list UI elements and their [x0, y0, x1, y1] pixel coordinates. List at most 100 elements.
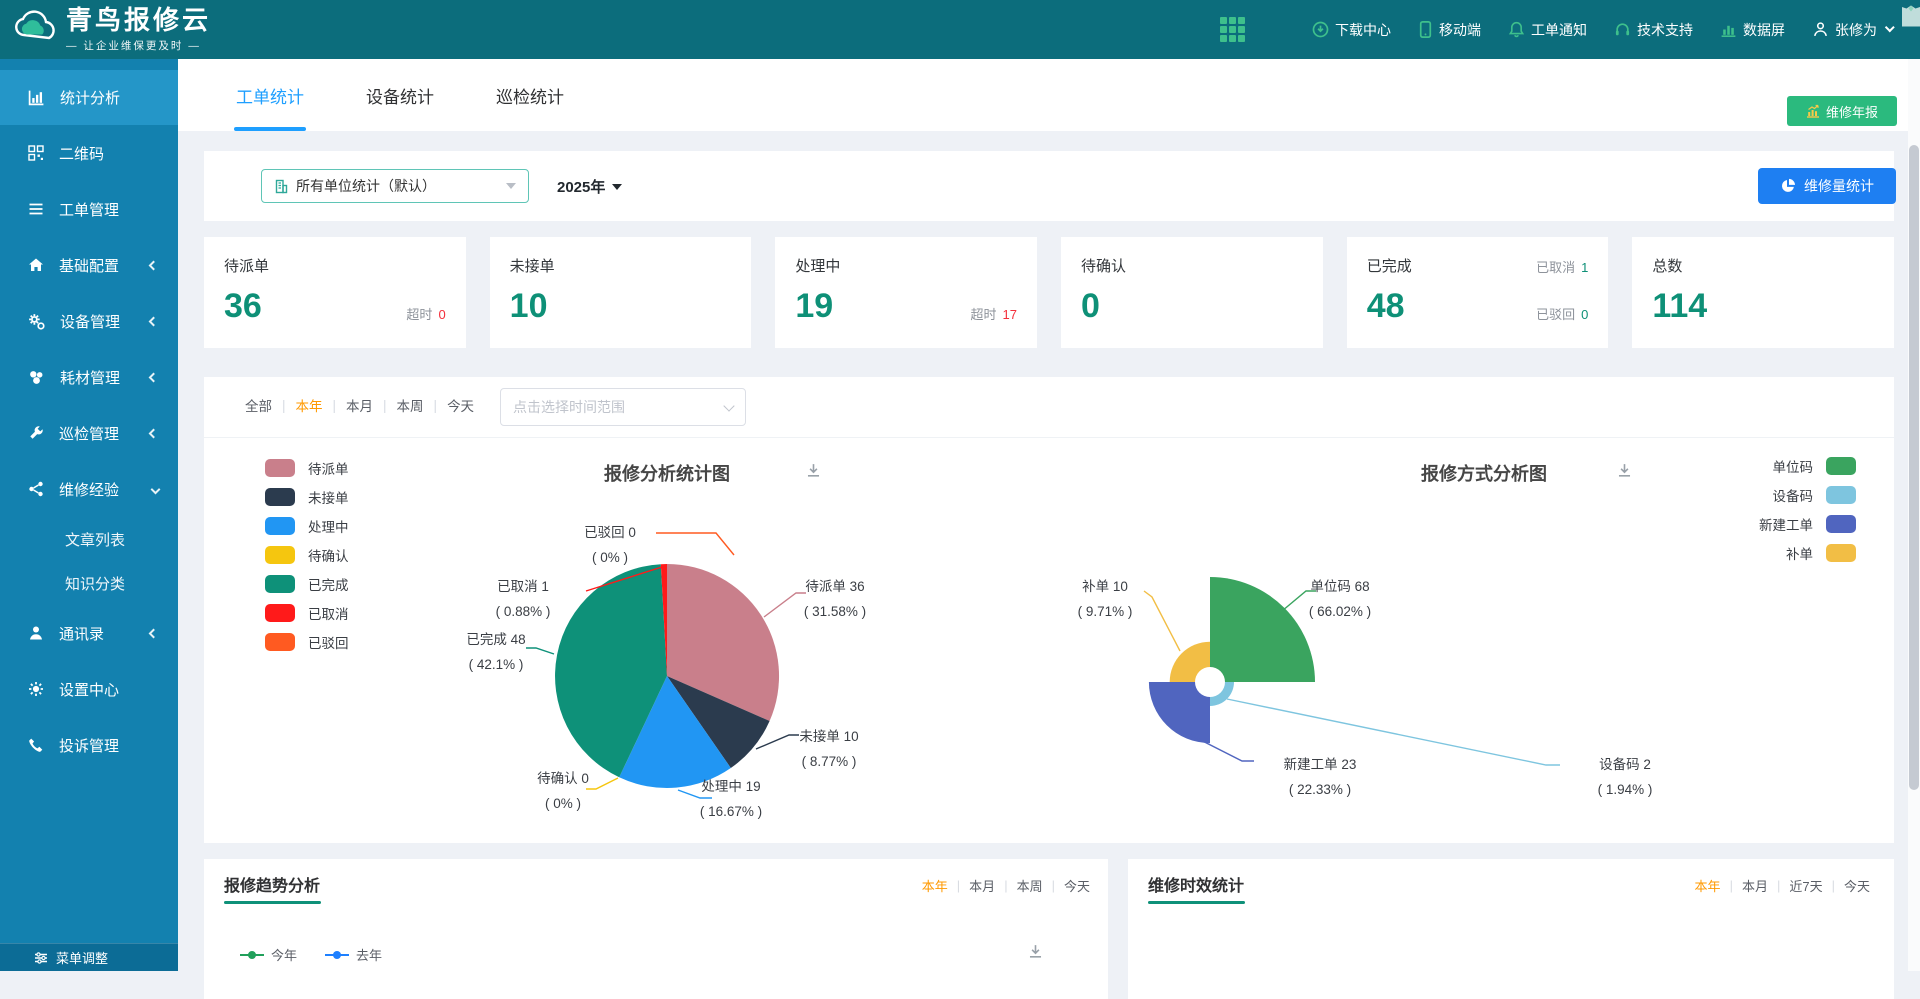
time-filter-this-week[interactable]: 本周: [397, 395, 424, 415]
scrollbar-thumb[interactable]: [1909, 145, 1919, 790]
timeliness-tab-this-month[interactable]: 本月: [1742, 876, 1768, 895]
legend-item[interactable]: 处理中: [265, 511, 349, 540]
legend-item[interactable]: 已驳回: [265, 627, 349, 656]
legend-item[interactable]: 未接单: [265, 482, 349, 511]
stat-card-processing[interactable]: 处理中 19 超时17: [775, 237, 1037, 348]
timeliness-tab-last-7-days[interactable]: 近7天: [1789, 876, 1822, 895]
sidebar-item-inspection[interactable]: 巡检管理: [0, 405, 178, 461]
rose-chart-title: 报修方式分析图: [1324, 460, 1644, 486]
nav-mobile[interactable]: 移动端: [1418, 20, 1481, 40]
filter-panel: 所有单位统计（默认） 2025年 维修量统计: [204, 151, 1894, 221]
legend-item[interactable]: 待确认: [265, 540, 349, 569]
legend-label: 已取消: [308, 603, 349, 623]
corner-service-icon[interactable]: [1896, 1, 1920, 31]
overtime-stat: 超时0: [406, 304, 445, 323]
stat-card-unaccepted[interactable]: 未接单 10: [490, 237, 752, 348]
trend-tab-this-year[interactable]: 本年: [922, 876, 948, 895]
legend-item[interactable]: 已完成: [265, 569, 349, 598]
legend-swatch: [265, 459, 295, 477]
year-select[interactable]: 2025年: [557, 176, 622, 197]
app-tagline: — 让企业维保更及时 —: [66, 38, 211, 53]
stat-label: 待确认: [1081, 255, 1303, 276]
sidebar-subitem-knowledge-category[interactable]: 知识分类: [0, 561, 178, 605]
pie-chart-icon: [1780, 178, 1796, 194]
sidebar-item-settings[interactable]: 设置中心: [0, 661, 178, 717]
download-icon[interactable]: [1616, 462, 1633, 479]
legend-this-year[interactable]: 今年: [240, 945, 297, 964]
sliders-icon: [34, 951, 48, 965]
legend-swatch: [1826, 515, 1856, 533]
download-icon[interactable]: [805, 462, 822, 479]
nav-data-screen[interactable]: 数据屏: [1720, 20, 1785, 40]
sidebar-item-complaints[interactable]: 投诉管理: [0, 717, 178, 773]
sidebar-item-statistics[interactable]: 统计分析: [0, 70, 178, 125]
time-filter-today[interactable]: 今天: [447, 395, 474, 415]
nav-download-center[interactable]: 下载中心: [1312, 20, 1391, 40]
line-marker-icon: [240, 954, 264, 956]
stat-card-total[interactable]: 总数 114: [1632, 237, 1894, 348]
line-marker-icon: [325, 954, 349, 956]
trend-tab-this-week[interactable]: 本周: [1017, 876, 1043, 895]
timeliness-tab-today[interactable]: 今天: [1844, 876, 1870, 895]
overtime-value: 17: [1003, 307, 1017, 322]
time-filter-this-year[interactable]: 本年: [296, 395, 323, 415]
legend-swatch: [265, 488, 295, 506]
timeliness-tab-this-year[interactable]: 本年: [1695, 876, 1721, 895]
date-range-select[interactable]: 点击选择时间范围: [500, 388, 746, 426]
tab-inspection-stats[interactable]: 巡检统计: [496, 59, 564, 131]
legend-item[interactable]: 待派单: [265, 453, 349, 482]
stat-card-completed[interactable]: 已完成 48 已取消1 已驳回0: [1347, 237, 1609, 348]
unit-select-value: 所有单位统计（默认）: [296, 176, 436, 196]
chevron-expanded-icon: [151, 484, 161, 494]
tab-work-order-stats[interactable]: 工单统计: [236, 59, 304, 131]
stat-card-pending-dispatch[interactable]: 待派单 36 超时0: [204, 237, 466, 348]
timeliness-panel-title: 维修时效统计: [1148, 872, 1244, 896]
stat-label: 总数: [1652, 255, 1874, 276]
apps-grid-icon[interactable]: [1220, 17, 1245, 42]
sidebar-item-label: 基础配置: [59, 255, 119, 276]
sidebar-item-basic-config[interactable]: 基础配置: [0, 237, 178, 293]
user-name: 张修为: [1835, 20, 1877, 40]
sidebar-subitem-label: 知识分类: [65, 573, 125, 594]
trend-tab-today[interactable]: 今天: [1064, 876, 1090, 895]
download-icon[interactable]: [1027, 943, 1044, 960]
sidebar-item-qrcode[interactable]: 二维码: [0, 125, 178, 181]
legend-item[interactable]: 已取消: [265, 598, 349, 627]
sidebar-menu-adjust[interactable]: 菜单调整: [0, 943, 178, 971]
bell-icon: [1508, 21, 1525, 38]
download-circle-icon: [1312, 21, 1329, 38]
nav-tech-support[interactable]: 技术支持: [1614, 20, 1693, 40]
headset-icon: [1614, 21, 1631, 38]
trend-tab-this-month[interactable]: 本月: [969, 876, 995, 895]
time-filter-this-month[interactable]: 本月: [346, 395, 373, 415]
legend-last-year[interactable]: 去年: [325, 945, 382, 964]
sidebar-item-label: 耗材管理: [60, 367, 120, 388]
volume-button-label: 维修量统计: [1804, 176, 1874, 196]
legend-item[interactable]: 设备码: [1674, 480, 1856, 509]
legend-item[interactable]: 单位码: [1674, 451, 1856, 480]
legend-label: 今年: [271, 945, 297, 964]
sidebar-item-consumables[interactable]: 耗材管理: [0, 349, 178, 405]
unit-select[interactable]: 所有单位统计（默认）: [261, 169, 529, 203]
user-icon: [28, 625, 44, 641]
tab-device-stats[interactable]: 设备统计: [366, 59, 434, 131]
active-tab-indicator: [234, 127, 306, 131]
sidebar-item-repair-experience[interactable]: 维修经验: [0, 461, 178, 517]
annual-report-button[interactable]: 维修年报: [1787, 96, 1897, 126]
sidebar-item-contacts[interactable]: 通讯录: [0, 605, 178, 661]
repair-volume-stats-button[interactable]: 维修量统计: [1758, 168, 1896, 204]
user-menu[interactable]: 张修为: [1812, 20, 1894, 40]
pie-label-rejected: 已驳回 0( 0% ): [535, 520, 685, 570]
legend-item[interactable]: 新建工单: [1674, 509, 1856, 538]
wrench-icon: [28, 425, 44, 441]
sidebar-item-work-orders[interactable]: 工单管理: [0, 181, 178, 237]
time-filter-all[interactable]: 全部: [245, 395, 272, 415]
sidebar-item-device-mgmt[interactable]: 设备管理: [0, 293, 178, 349]
legend-item[interactable]: 补单: [1674, 538, 1856, 567]
nav-order-notify[interactable]: 工单通知: [1508, 20, 1587, 40]
stat-card-pending-confirm[interactable]: 待确认 0: [1061, 237, 1323, 348]
phone-icon: [28, 737, 44, 753]
tab-bar: 工单统计 设备统计 巡检统计 维修年报: [178, 59, 1908, 131]
sidebar-subitem-article-list[interactable]: 文章列表: [0, 517, 178, 561]
stat-cards: 待派单 36 超时0 未接单 10 处理中 19 超时17 待确认 0 已完成 …: [204, 237, 1894, 348]
